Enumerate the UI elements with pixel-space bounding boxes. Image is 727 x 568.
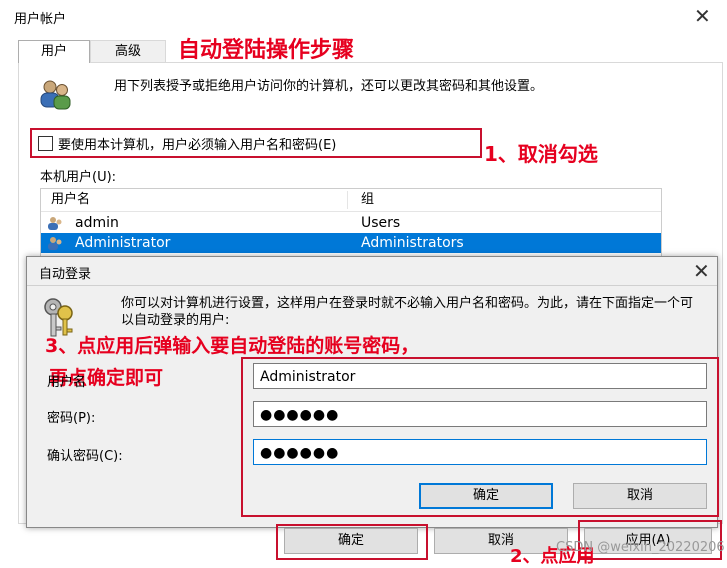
watermark: CSDN @weixin_20220206 (556, 540, 725, 555)
user-icon (47, 236, 63, 250)
autologon-close-icon[interactable]: ✕ (693, 261, 710, 281)
window-close-icon[interactable]: ✕ (694, 6, 711, 26)
autologon-dialog-title: 自动登录 (39, 267, 92, 282)
tab-advanced[interactable]: 高级 (90, 40, 166, 63)
confirm-password-field[interactable]: ●●●●●● (253, 439, 707, 465)
users-list-label: 本机用户(U): (40, 170, 117, 185)
password-label: 密码(P): (47, 411, 96, 426)
user-name: admin (75, 215, 119, 231)
autologon-cancel-button[interactable]: 取消 (573, 483, 707, 509)
column-header-group[interactable]: 组 (361, 189, 374, 211)
annotation-step3-line1: 3、点应用后弹输入要自动登陆的账号密码， (45, 335, 420, 357)
users-list-header: 用户名 组 (41, 189, 661, 212)
user-icon (47, 216, 63, 230)
users-icon (40, 80, 71, 110)
column-divider (347, 191, 348, 209)
confirm-password-label: 确认密码(C): (47, 449, 123, 464)
intro-text: 用下列表授予或拒绝用户访问你的计算机，还可以更改其密码和其他设置。 (114, 79, 544, 94)
require-password-checkbox[interactable] (38, 136, 53, 151)
column-header-username[interactable]: 用户名 (51, 189, 90, 211)
autologon-description: 你可以对计算机进行设置，这样用户在登录时就不必输入用户名和密码。为此，请在下面指… (121, 296, 694, 328)
table-row[interactable]: Administrator Administrators (41, 233, 661, 253)
autologon-dialog: 自动登录 ✕ 你可以对计算机进行设置，这样用户在登录时就不必输入用户名和密码。为… (26, 256, 719, 528)
username-label: 用户名 (47, 375, 87, 390)
users-list[interactable]: 用户名 组 admin Users Administrator Administ… (40, 188, 662, 260)
tab-users[interactable]: 用户 (18, 40, 90, 63)
user-group: Users (361, 215, 401, 231)
annotation-step1: 1、取消勾选 (484, 142, 598, 166)
table-row[interactable]: admin Users (41, 213, 661, 233)
password-field[interactable]: ●●●●●● (253, 401, 707, 427)
user-group: Administrators (361, 235, 464, 251)
dialog-title-divider (27, 285, 717, 286)
user-name: Administrator (75, 235, 171, 251)
main-ok-button[interactable]: 确定 (284, 528, 418, 554)
autologon-ok-button[interactable]: 确定 (419, 483, 553, 509)
require-password-label[interactable]: 要使用本计算机，用户必须输入用户名和密码(E) (58, 134, 336, 153)
window-title: 用户帐户 (14, 12, 67, 27)
username-field[interactable]: Administrator (253, 363, 707, 389)
annotation-heading: 自动登陆操作步骤 (178, 38, 355, 63)
